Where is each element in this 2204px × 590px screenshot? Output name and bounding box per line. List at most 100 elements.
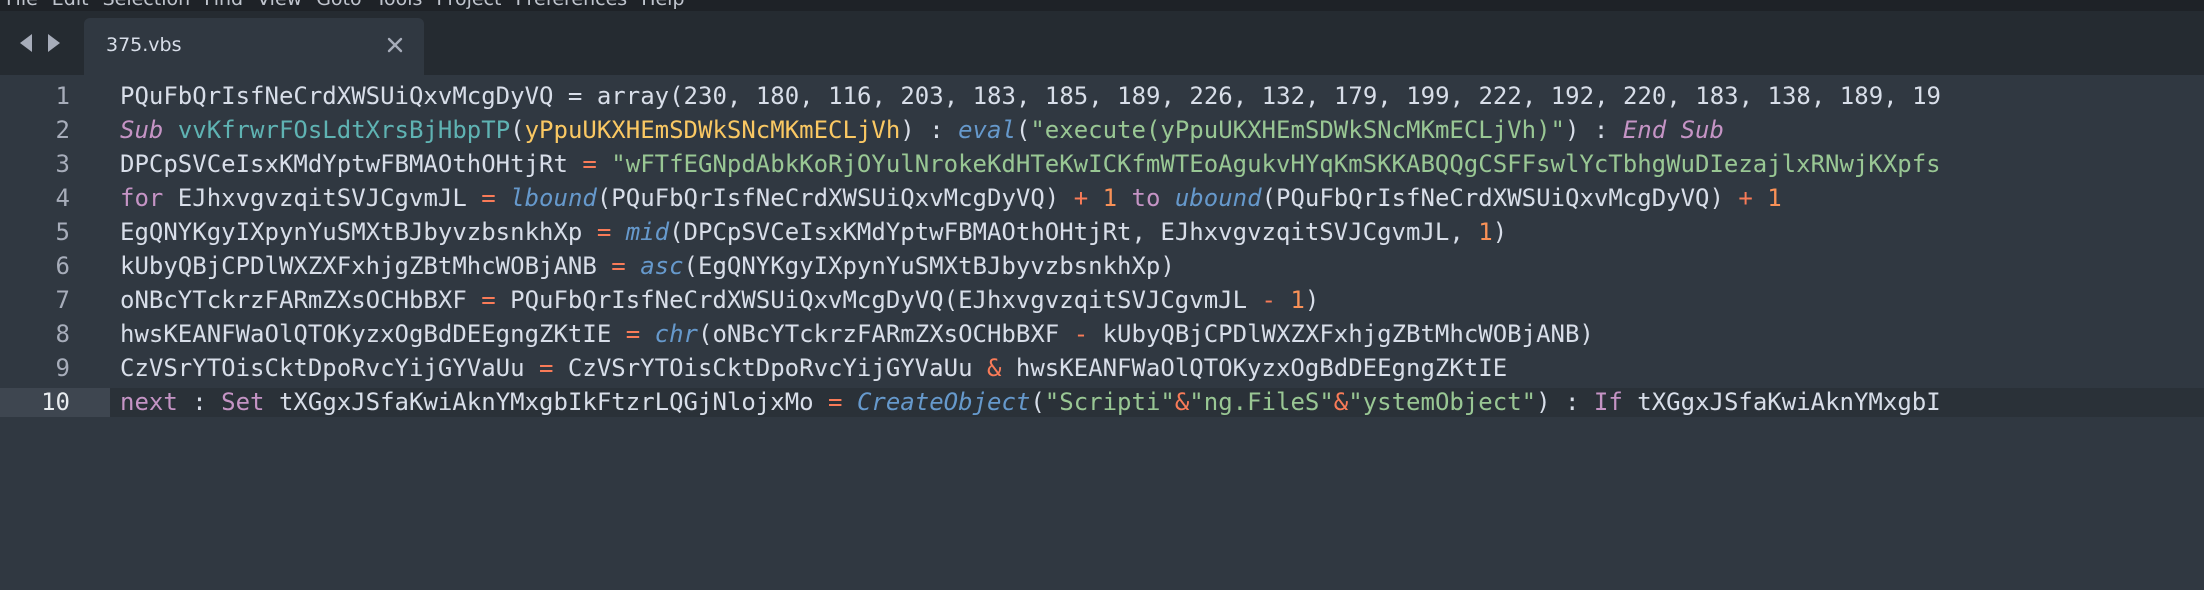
code-line[interactable]: 2 Sub vvKfrwrFOsLdtXrsBjHbpTP(yPpuUKXHEmS… [0, 116, 2204, 145]
code-token: oNBcYTckrzFARmZXsOCHbBXF [120, 286, 482, 314]
code-token: vvKfrwrFOsLdtXrsBjHbpTP [177, 116, 511, 144]
code-token: , [1666, 82, 1696, 110]
code-token: 1 [1290, 286, 1305, 314]
code-token: ) [1564, 116, 1580, 144]
line-number: 6 [55, 252, 70, 280]
code-token: , [1738, 82, 1768, 110]
chevron-right-icon[interactable] [46, 31, 62, 55]
chevron-left-icon[interactable] [18, 31, 34, 55]
line-number: 5 [55, 218, 70, 246]
line-number: 4 [55, 184, 70, 212]
code-token: 183 [1695, 82, 1739, 110]
menu-item-tools[interactable]: Tools [376, 0, 423, 9]
code-line[interactable]: 4 for EJhxvgvzqitSVJCgvmJL = lbound(PQuFb… [0, 184, 2204, 213]
code-token: ) : [1536, 388, 1594, 416]
code-line[interactable]: 8 hwsKEANFWaOlQTOKyzxOgBdDEEgngZKtIE = ch… [0, 320, 2204, 349]
code-token: = [611, 252, 626, 280]
line-number: 9 [55, 354, 70, 382]
code-token: "Scripti" [1044, 388, 1175, 416]
code-token: = [539, 354, 554, 382]
menu-item-find[interactable]: Find [204, 0, 243, 9]
line-number: 1 [55, 82, 70, 110]
code-text: for EJhxvgvzqitSVJCgvmJL = lbound(PQuFbQ… [120, 184, 1782, 213]
code-token: 116 [828, 82, 872, 110]
code-token: - [1073, 320, 1089, 348]
code-token: , [1521, 82, 1551, 110]
tab-375-vbs[interactable]: 375.vbs [84, 18, 424, 75]
code-token: & [1333, 388, 1349, 416]
code-token: ) [1492, 218, 1508, 246]
menu-item-preferences[interactable]: Preferences [515, 0, 627, 9]
code-text: Sub vvKfrwrFOsLdtXrsBjHbpTP(yPpuUKXHEmSD… [120, 116, 1724, 145]
menu-item-view[interactable]: View [257, 0, 302, 9]
code-line[interactable]: 5 EgQNYKgyIXpynYuSMXtBJbyvzbsnkhXp = mid(… [0, 218, 2204, 247]
code-token: kUbyQBjCPDlWXZXFxhjgZBtMhcWOBjANB [120, 252, 612, 280]
code-token: ubound [1174, 184, 1262, 212]
code-line[interactable]: 9 CzVSrYTOisCktDpoRvcYijGYVaUu = CzVSrYTO… [0, 354, 2204, 383]
code-token: & [1174, 388, 1190, 416]
code-token: hwsKEANFWaOlQTOKyzxOgBdDEEgngZKtIE [120, 320, 626, 348]
code-token: "execute(yPpuUKXHEmSDWkSNcMKmECLjVh)" [1030, 116, 1565, 144]
code-token: : [1579, 116, 1623, 144]
code-token: + [1073, 184, 1089, 212]
menu-item-project[interactable]: Project [436, 0, 501, 9]
code-token: kUbyQBjCPDlWXZXFxhjgZBtMhcWOBjANB) [1088, 320, 1594, 348]
code-editor[interactable]: 1 PQuFbQrIsfNeCrdXWSUiQxvMcgDyVQ = array(… [0, 75, 2204, 590]
code-token: 1 [1478, 218, 1493, 246]
menu-item-selection[interactable]: Selection [103, 0, 191, 9]
code-token: EJhxvgvzqitSVJCgvmJL [163, 184, 482, 212]
line-number: 3 [55, 150, 70, 178]
code-text: CzVSrYTOisCktDpoRvcYijGYVaUu = CzVSrYTOi… [120, 354, 1507, 383]
menu-item-help[interactable]: Help [641, 0, 684, 9]
code-token: yPpuUKXHEmSDWkSNcMKmECLjVh [524, 116, 901, 144]
code-token: = [481, 286, 496, 314]
code-token: "ystemObject" [1348, 388, 1537, 416]
code-line[interactable]: 7 oNBcYTckrzFARmZXsOCHbBXF = PQuFbQrIsfNe… [0, 286, 2204, 315]
code-token: PQuFbQrIsfNeCrdXWSUiQxvMcgDyVQ(EJhxvgvzq… [495, 286, 1262, 314]
code-token: , [1015, 82, 1045, 110]
code-token: tXGgxJSfaKwiAknYMxgbIkFtzrLQGjNlojxMo [264, 388, 829, 416]
code-token: 220 [1623, 82, 1667, 110]
code-token: 199 [1406, 82, 1450, 110]
code-token: , [799, 82, 829, 110]
code-line[interactable]: 10 next : Set tXGgxJSfaKwiAknYMxgbIkFtzrL… [0, 388, 2204, 417]
code-token: , [1088, 82, 1118, 110]
code-token: "ng.FileS" [1189, 388, 1334, 416]
code-token: ( [1015, 116, 1031, 144]
code-token: , [1305, 82, 1334, 110]
menu-item-edit[interactable]: Edit [52, 0, 89, 9]
code-token: + [1738, 184, 1753, 212]
menu-item-file[interactable]: File [6, 0, 38, 9]
code-token: lbound [510, 184, 597, 212]
code-token: ( [510, 116, 525, 144]
code-line[interactable]: 6 kUbyQBjCPDlWXZXFxhjgZBtMhcWOBjANB = asc… [0, 252, 2204, 281]
menu-bar: File Edit Selection Find View Goto Tools Projec… [0, 0, 2204, 11]
code-token: 1 [1102, 184, 1118, 212]
code-token: ( [669, 82, 684, 110]
code-text: PQuFbQrIsfNeCrdXWSUiQxvMcgDyVQ = array(2… [120, 82, 1941, 111]
code-line[interactable]: 1 PQuFbQrIsfNeCrdXWSUiQxvMcgDyVQ = array(… [0, 82, 2204, 111]
code-token: Set [221, 388, 265, 416]
code-token: = [481, 184, 496, 212]
code-token: 192 [1550, 82, 1595, 110]
line-number: 2 [55, 116, 70, 144]
menu-items: File Edit Selection Find View Goto Tools Projec… [6, 0, 685, 9]
code-token: : [914, 116, 959, 144]
menu-item-goto[interactable]: Goto [316, 0, 361, 9]
code-token: , [726, 82, 756, 110]
tab-bar: 375.vbs [0, 11, 2204, 75]
code-token: 203 [900, 82, 944, 110]
code-token: tXGgxJSfaKwiAknYMxgbI [1622, 388, 1941, 416]
close-icon[interactable] [386, 36, 404, 54]
code-token: 189 [1839, 82, 1884, 110]
code-token: = [625, 320, 641, 348]
code-token: (PQuFbQrIsfNeCrdXWSUiQxvMcgDyVQ) [596, 184, 1074, 212]
code-token: hwsKEANFWaOlQTOKyzxOgBdDEEgngZKtIE [1001, 354, 1508, 382]
code-line[interactable]: 3 DPCpSVCeIsxKMdYptwFBMAOthOHtjRt = "wFTf… [0, 150, 2204, 179]
